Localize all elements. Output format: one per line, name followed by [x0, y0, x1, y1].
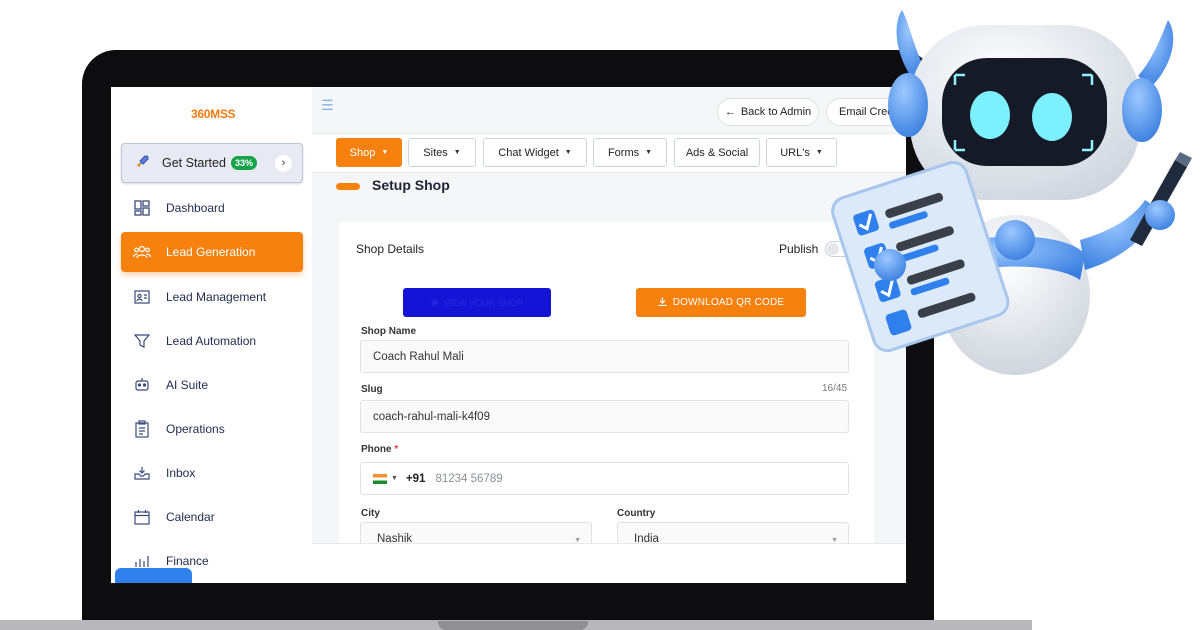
menu-icon[interactable]: ☰	[321, 97, 334, 114]
clipboard-icon	[132, 419, 152, 439]
caret-down-icon: ▼	[391, 475, 398, 482]
tab-label: Shop	[349, 146, 376, 159]
robot-icon	[132, 375, 152, 395]
sidebar-item-inbox[interactable]: Inbox	[121, 453, 303, 493]
rocket-icon	[136, 154, 150, 173]
sidebar-item-label: Lead Generation	[166, 245, 256, 259]
eye-icon: ◉	[430, 297, 439, 307]
sidebar-item-operations[interactable]: Operations	[121, 409, 303, 449]
back-to-admin-button[interactable]: ← Back to Admin	[717, 98, 819, 126]
phone-label: Phone *	[361, 444, 398, 455]
sidebar-item-label: AI Suite	[166, 378, 209, 392]
get-started-label: Get Started	[162, 156, 226, 170]
help-widget-tab[interactable]	[115, 568, 192, 583]
sidebar-item-dashboard[interactable]: Dashboard	[121, 188, 303, 228]
india-flag-icon[interactable]	[373, 473, 387, 484]
tab-urls[interactable]: URL's ▼	[766, 138, 837, 167]
page-title: Setup Shop	[372, 177, 450, 193]
download-qr-button[interactable]: DOWNLOAD QR CODE	[636, 288, 806, 317]
city-label: City	[361, 508, 380, 519]
view-shop-button[interactable]: ◉ VIEW YOUR SHOP	[403, 288, 551, 317]
title-accent-bar	[336, 183, 360, 190]
sidebar-item-label: Finance	[166, 554, 209, 568]
section-label: Shop Details	[356, 242, 425, 256]
tab-label: Forms	[607, 146, 640, 159]
footer-area	[312, 543, 906, 583]
sidebar-item-lead-generation[interactable]: Lead Generation	[121, 232, 303, 272]
download-icon	[658, 297, 667, 309]
view-shop-label: VIEW YOUR SHOP	[443, 297, 524, 308]
tab-chat-widget[interactable]: Chat Widget ▼	[483, 138, 587, 167]
slug-input[interactable]: coach-rahul-mali-k4f09	[360, 400, 849, 433]
chevron-right-icon[interactable]: ›	[275, 155, 292, 172]
sidebar-item-label: Lead Management	[166, 290, 267, 304]
country-label: Country	[617, 508, 656, 519]
caret-down-icon: ▼	[453, 149, 461, 156]
shop-name-label: Shop Name	[361, 326, 417, 337]
phone-country-code: +91	[405, 472, 426, 485]
caret-down-icon: ▼	[645, 149, 653, 156]
id-card-icon	[132, 287, 152, 307]
sidebar-item-label: Inbox	[166, 466, 196, 480]
calendar-icon	[132, 507, 152, 527]
tab-sites[interactable]: Sites ▼	[408, 138, 476, 167]
inbox-icon	[132, 463, 152, 483]
tab-bar: Shop ▼ Sites ▼ Chat Widget ▼ Forms ▼ Ads…	[312, 133, 906, 173]
slug-value: coach-rahul-mali-k4f09	[373, 410, 490, 423]
caret-down-icon: ▼	[815, 149, 823, 156]
tab-ads-social[interactable]: Ads & Social	[674, 138, 760, 167]
download-qr-label: DOWNLOAD QR CODE	[672, 297, 785, 308]
sidebar-item-calendar[interactable]: Calendar	[121, 497, 303, 537]
laptop-notch	[438, 621, 588, 630]
tab-label: Ads & Social	[685, 146, 749, 159]
phone-input[interactable]: ▼ +91 81234 56789	[360, 462, 849, 495]
robot-mascot-illustration	[831, 10, 1192, 375]
sidebar: 360MSS Get Started 33% › Dashboard Lead …	[111, 87, 312, 583]
tab-label: Sites	[423, 146, 448, 159]
tab-label: URL's	[780, 146, 810, 159]
caret-down-icon: ▼	[564, 149, 572, 156]
sidebar-item-label: Calendar	[166, 510, 215, 524]
sidebar-item-label: Dashboard	[166, 201, 225, 215]
back-to-admin-label: Back to Admin	[740, 106, 812, 118]
sidebar-item-ai-suite[interactable]: AI Suite	[121, 365, 303, 405]
tab-forms[interactable]: Forms ▼	[593, 138, 667, 167]
funnel-icon	[132, 331, 152, 351]
users-icon	[132, 242, 152, 262]
stage: 360MSS Get Started 33% › Dashboard Lead …	[0, 0, 1200, 630]
sidebar-item-label: Lead Automation	[166, 334, 257, 348]
sidebar-item-lead-management[interactable]: Lead Management	[121, 277, 303, 317]
dashboard-icon	[132, 198, 152, 218]
tab-shop[interactable]: Shop ▼	[336, 138, 402, 167]
sidebar-item-lead-automation[interactable]: Lead Automation	[121, 321, 303, 361]
tab-label: Chat Widget	[498, 146, 559, 159]
shop-name-value: Coach Rahul Mali	[373, 350, 464, 363]
progress-badge: 33%	[230, 156, 257, 170]
get-started-button[interactable]: Get Started 33% ›	[121, 143, 303, 183]
arrow-left-icon: ←	[724, 106, 736, 118]
phone-placeholder: 81234 56789	[435, 472, 503, 485]
caret-down-icon: ▼	[381, 149, 389, 156]
required-marker: *	[394, 444, 399, 455]
slug-char-count: 16/45	[822, 383, 848, 394]
slug-label: Slug	[361, 384, 383, 395]
brand-logo[interactable]: 360MSS	[191, 107, 236, 121]
app-screen: 360MSS Get Started 33% › Dashboard Lead …	[111, 87, 906, 583]
shop-details-card: Shop Details Publish ◉ VIEW YOUR SHOP DO…	[339, 222, 874, 583]
shop-name-input[interactable]: Coach Rahul Mali	[360, 340, 849, 373]
sidebar-item-label: Operations	[166, 422, 225, 436]
publish-label: Publish	[779, 242, 819, 256]
phone-label-text: Phone	[361, 444, 392, 455]
